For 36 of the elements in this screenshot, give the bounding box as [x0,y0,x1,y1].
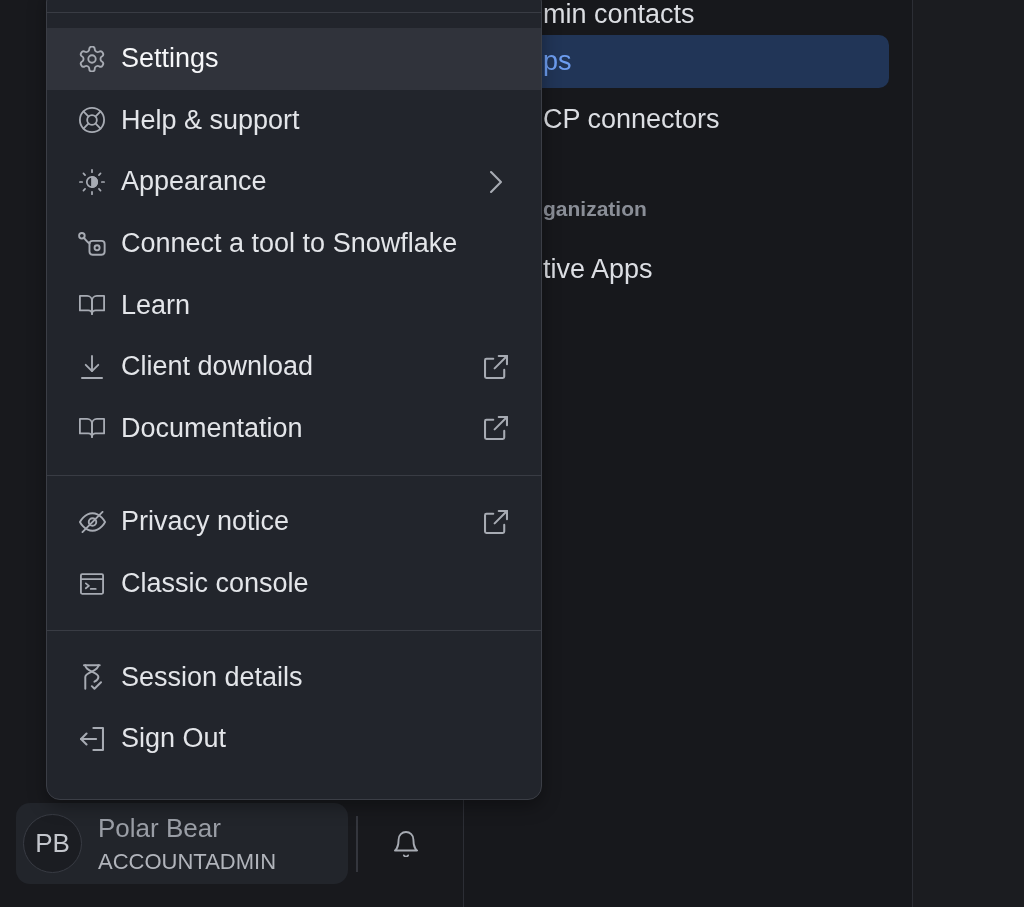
download-icon [81,354,103,379]
connector-icon [78,231,106,256]
menu-item[interactable]: Help & support [47,89,541,152]
lifebuoy-icon [79,107,105,134]
user-name: Polar Bear [98,812,222,843]
terminal-icon [80,572,104,595]
menu-item[interactable]: Connect a tool to Snowflake [47,212,541,275]
gear-icon [79,45,105,72]
user-profile-button[interactable]: PB Polar Bear ACCOUNTADMIN [16,803,348,884]
menu-item[interactable]: Documentation [47,397,541,460]
nav-item[interactable]: min contacts [542,0,889,31]
menu-item[interactable]: Appearance [47,151,541,213]
eye-slash-icon [78,510,106,533]
menu-item[interactable]: Learn [47,274,541,336]
bell-icon [394,830,418,857]
open-book-icon [79,295,105,316]
menu-item[interactable]: Privacy notice [47,491,541,553]
menu-item[interactable]: Session details [47,646,541,708]
user-role: ACCOUNTADMIN [98,848,277,875]
menu-item[interactable]: Settings [47,28,541,90]
avatar: PB [23,814,82,873]
nav-item[interactable]: tive Apps [542,242,889,296]
half-sun-icon [79,169,105,195]
hourglass-check-icon [82,664,102,691]
menu-item[interactable]: Client download [47,335,541,398]
chevron-right-icon [490,171,502,193]
external-link-icon [484,509,508,534]
open-book-icon [79,418,105,439]
menu-item[interactable]: Classic console [47,552,541,615]
section-header: ganization [542,196,648,222]
nav-item[interactable]: ps [542,35,889,88]
external-link-icon [484,416,508,441]
menu-item[interactable]: Sign Out [47,707,541,770]
sign-out-icon [80,726,104,751]
external-link-icon [484,354,508,379]
nav-item[interactable]: CP connectors [542,92,889,146]
